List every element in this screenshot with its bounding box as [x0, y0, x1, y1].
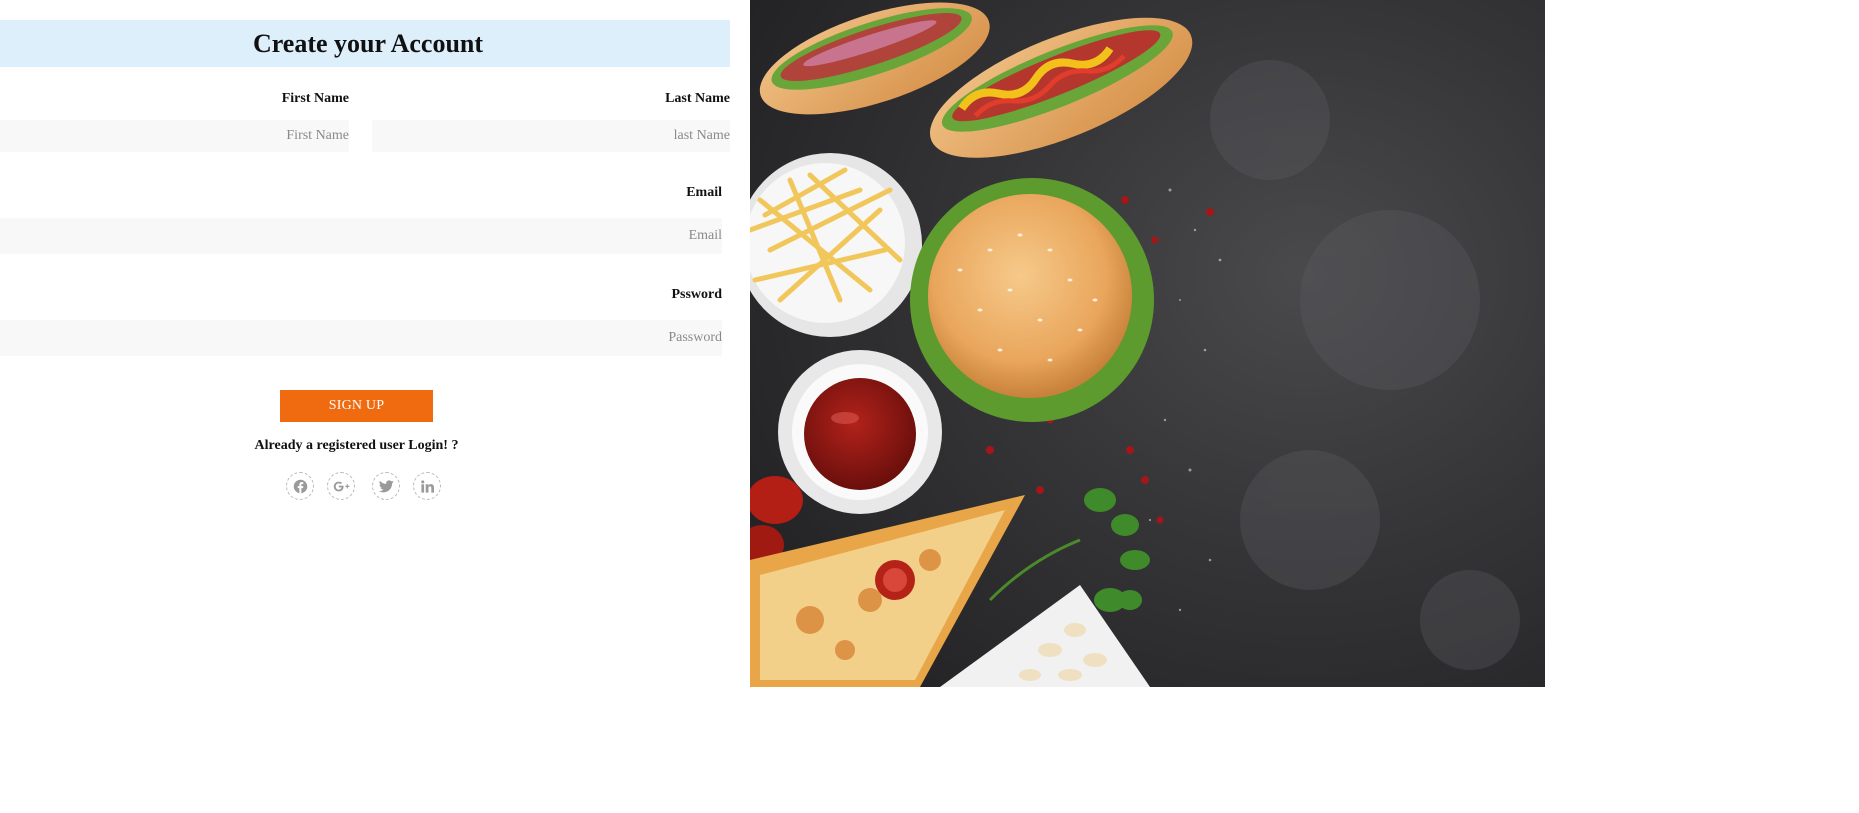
password-input[interactable] [0, 320, 722, 356]
last-name-label: Last Name [665, 91, 730, 106]
ketchup-bowl [778, 350, 942, 514]
first-name-label: First Name [281, 91, 349, 106]
burger [910, 178, 1154, 422]
login-link[interactable]: Already a registered user Login! ? [200, 438, 513, 454]
linkedin-icon[interactable] [413, 472, 441, 500]
first-name-input[interactable] [0, 120, 349, 152]
title-bar: Create your Account [0, 20, 730, 67]
page-title: Create your Account [252, 28, 484, 58]
food-banner-image [750, 0, 1545, 687]
google-plus-icon[interactable] [327, 472, 355, 500]
password-label: Pssword [671, 287, 722, 302]
signup-page: Create your Account First Name Last Name… [0, 0, 1859, 813]
email-input[interactable] [0, 218, 722, 254]
email-label: Email [686, 185, 722, 200]
last-name-input[interactable] [372, 120, 730, 152]
facebook-icon[interactable] [286, 472, 314, 500]
twitter-icon[interactable] [372, 472, 400, 500]
signup-form: Create your Account First Name Last Name… [0, 0, 730, 813]
sign-up-button[interactable]: SIGN UP [280, 390, 433, 422]
